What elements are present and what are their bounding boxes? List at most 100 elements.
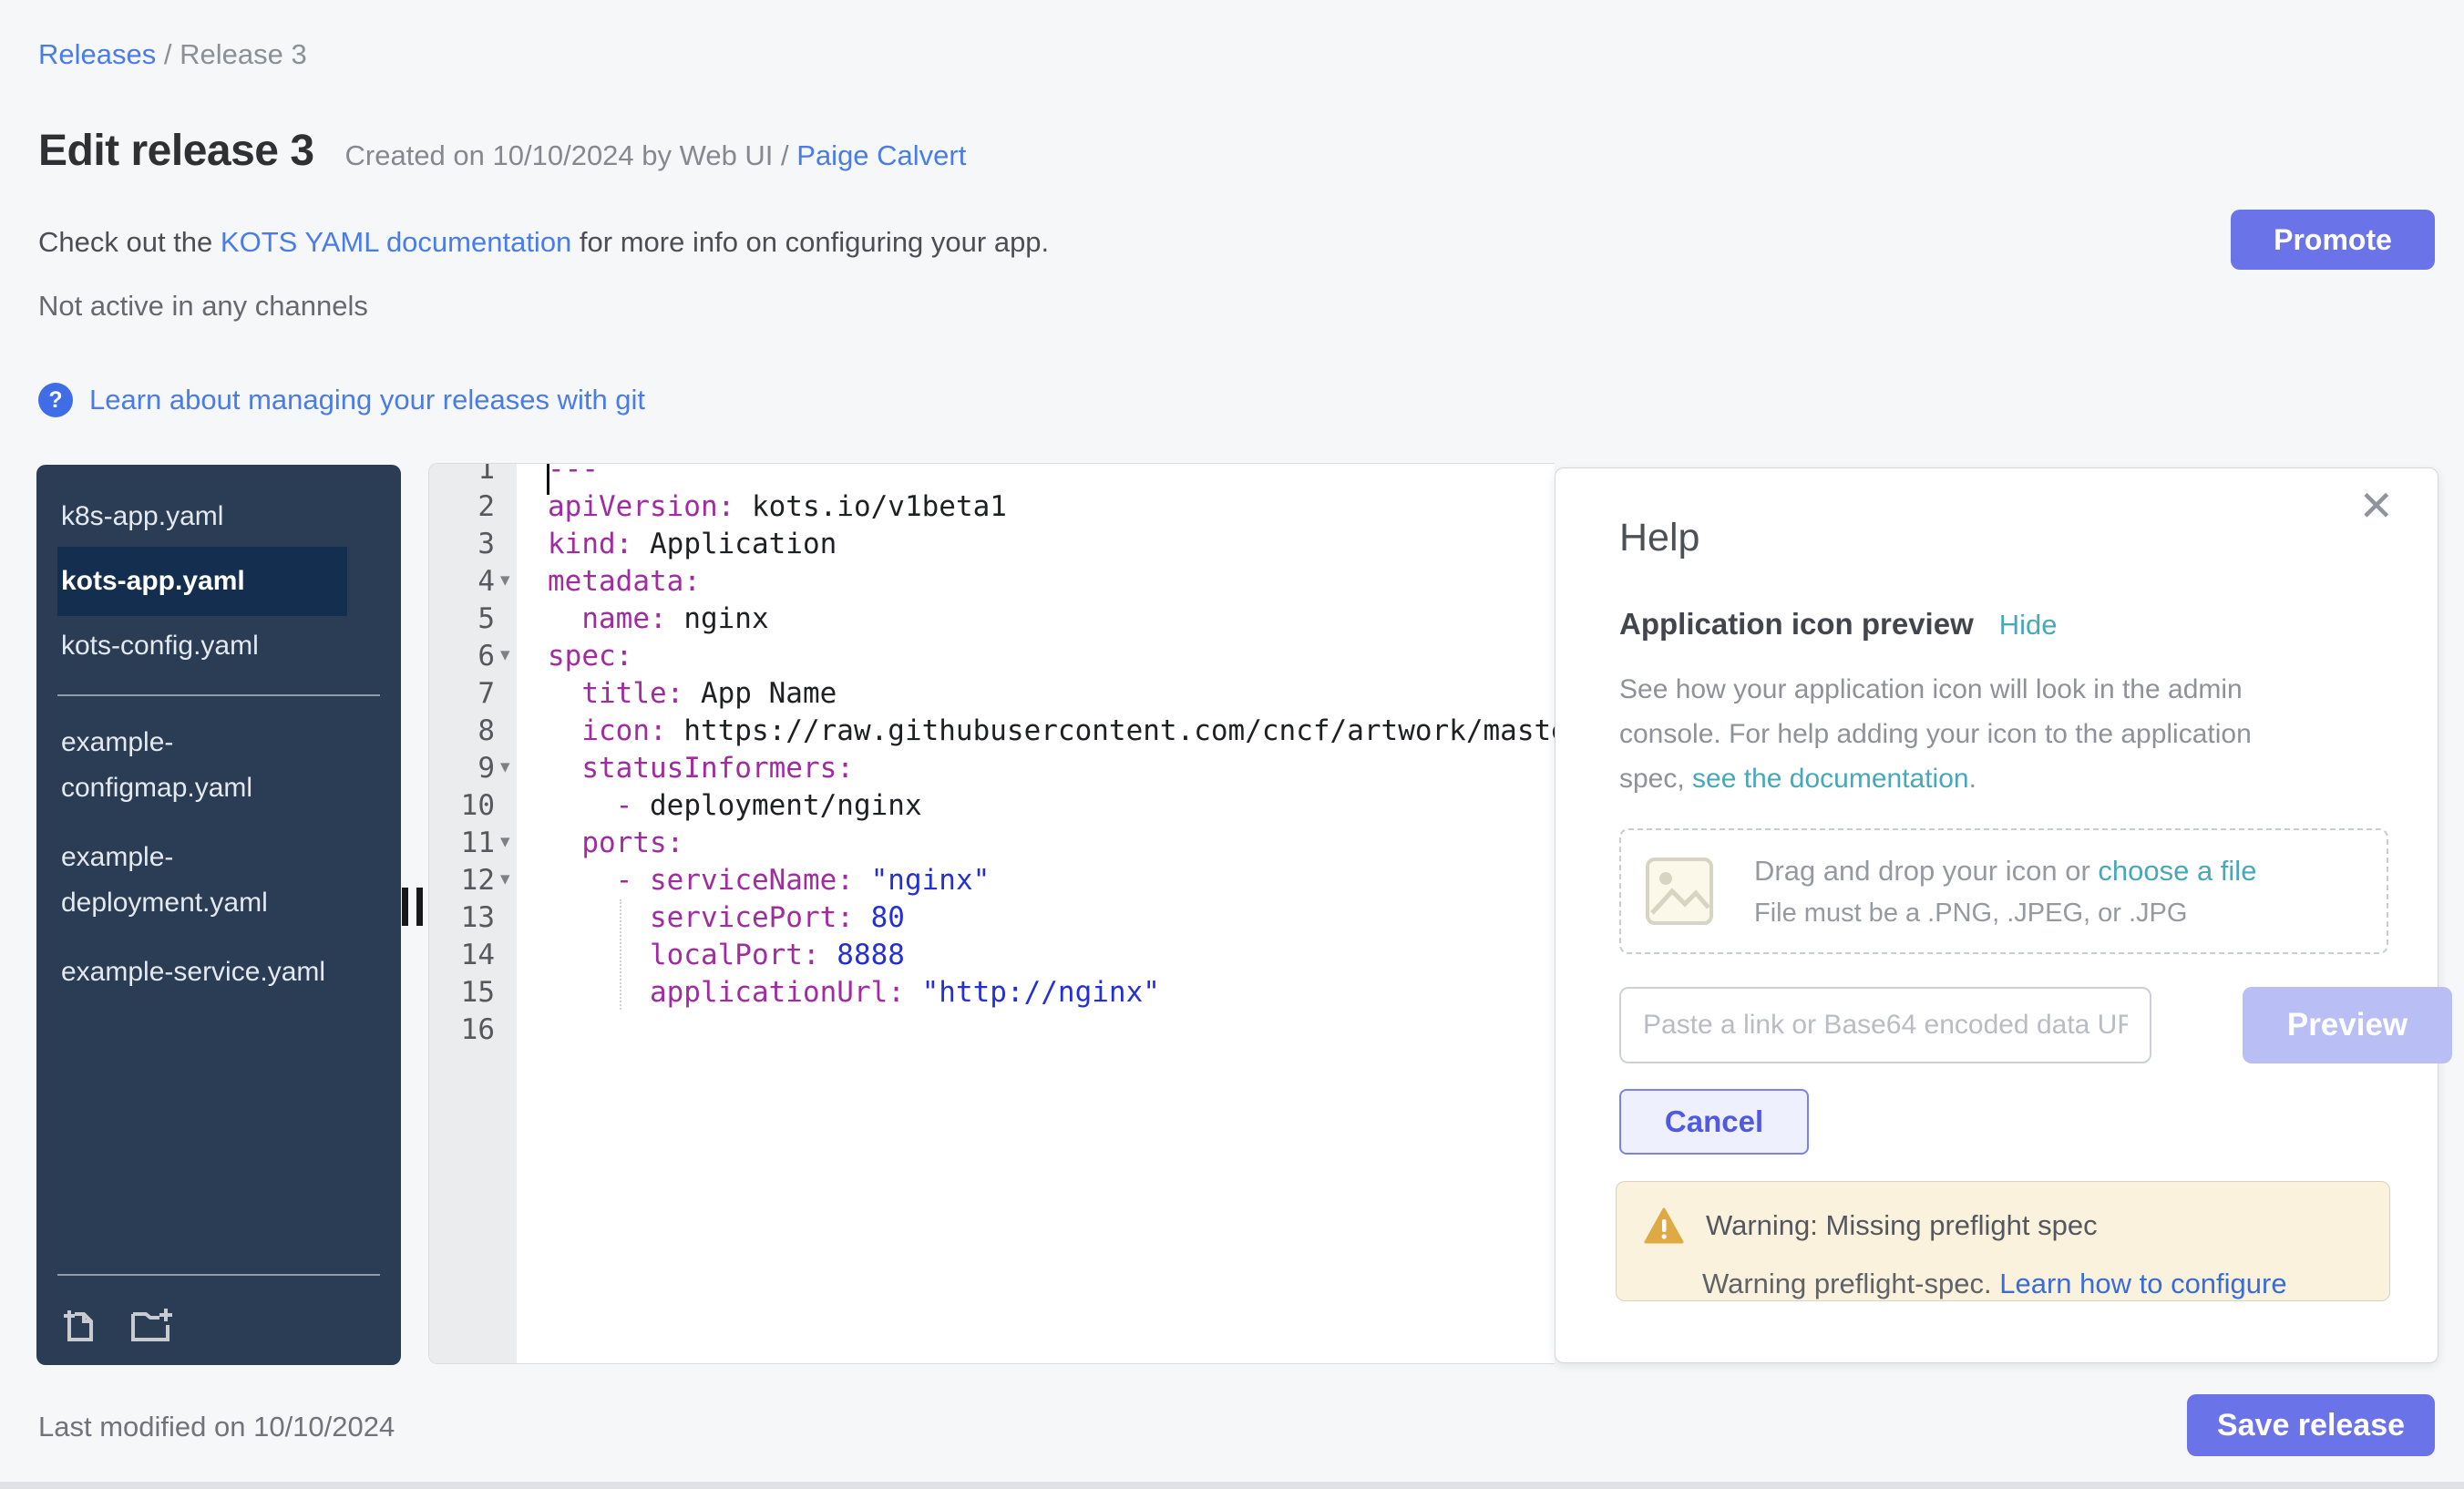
line-number: 16	[429, 1011, 495, 1049]
icon-preview-section: Application icon preview Hide	[1619, 607, 2058, 642]
code-text: name: nginx	[548, 601, 769, 638]
code-line[interactable]: 9▾ statusInformers:	[429, 750, 1555, 787]
yaml-code-editor[interactable]: 1 --- 2 apiVersion: kots.io/v1beta1 3 kind: A…	[428, 463, 1555, 1364]
icon-dropzone[interactable]: Drag and drop your icon or choose a file…	[1619, 828, 2388, 954]
warning-box: Warning: Missing preflight spec Warning …	[1616, 1181, 2390, 1301]
page-title: Edit release 3	[38, 126, 314, 176]
file-group-divider	[57, 694, 380, 696]
code-line[interactable]: 6▾spec:	[429, 638, 1555, 675]
image-placeholder-icon	[1645, 857, 1714, 926]
code-text: applicationUrl: "http://nginx"	[548, 974, 1160, 1011]
code-text: kind: Application	[548, 526, 837, 563]
help-description: See how your application icon will look …	[1619, 667, 2257, 801]
kots-doc-line: Check out the KOTS YAML documentation fo…	[38, 226, 1049, 259]
line-number: 15	[429, 974, 495, 1011]
sidebar-bottom-divider	[57, 1274, 380, 1276]
code-line[interactable]: 12▾ - serviceName: "nginx"	[429, 862, 1555, 899]
hide-link[interactable]: Hide	[1999, 609, 2058, 642]
line-number: 9	[429, 750, 495, 787]
channel-status: Not active in any channels	[38, 290, 368, 323]
preview-button[interactable]: Preview	[2243, 987, 2452, 1063]
code-line[interactable]: 10 - deployment/nginx	[429, 787, 1555, 825]
code-line[interactable]: 5 name: nginx	[429, 601, 1555, 638]
file-item[interactable]: example-configmap.yaml	[57, 720, 347, 811]
icon-url-input[interactable]	[1619, 987, 2151, 1063]
bottom-edge	[0, 1482, 2464, 1489]
file-item[interactable]: example-deployment.yaml	[57, 835, 347, 926]
code-line[interactable]: 8 icon: https://raw.githubusercontent.co…	[429, 713, 1555, 750]
line-number: 8	[429, 713, 495, 750]
line-number: 10	[429, 787, 495, 825]
warning-title: Warning: Missing preflight spec	[1706, 1209, 2098, 1242]
code-line[interactable]: 7 title: App Name	[429, 675, 1555, 713]
choose-file-link[interactable]: choose a file	[2098, 855, 2256, 887]
kots-doc-link[interactable]: KOTS YAML documentation	[221, 226, 571, 258]
cancel-button[interactable]: Cancel	[1619, 1089, 1809, 1155]
help-panel: ✕ Help Application icon preview Hide See…	[1555, 467, 2438, 1363]
close-icon[interactable]: ✕	[2358, 485, 2394, 527]
code-line[interactable]: 4▾ metadata:	[429, 563, 1555, 601]
help-title: Help	[1619, 516, 1699, 560]
created-text: Created on 10/10/2024 by Web UI / Paige …	[345, 139, 967, 172]
code-line[interactable]: 15 applicationUrl: "http://nginx"	[429, 974, 1555, 1011]
resize-handle-left[interactable]	[402, 888, 423, 926]
title-row: Edit release 3 Created on 10/10/2024 by …	[38, 126, 966, 176]
line-number: 4	[429, 563, 495, 601]
promote-button[interactable]: Promote	[2231, 210, 2435, 270]
line-number: 6	[429, 638, 495, 675]
indent-guide	[620, 899, 621, 1010]
save-release-button[interactable]: Save release	[2187, 1394, 2435, 1456]
add-file-icon[interactable]	[60, 1305, 100, 1345]
warning-icon	[1644, 1207, 1684, 1244]
fold-arrow-icon[interactable]: ▾	[500, 561, 524, 599]
line-number: 7	[429, 675, 495, 713]
code-line[interactable]: 13 servicePort: 80	[429, 899, 1555, 937]
breadcrumb-releases-link[interactable]: Releases	[38, 38, 156, 70]
configure-link[interactable]: Learn how to configure	[1999, 1268, 2286, 1299]
add-folder-icon[interactable]	[129, 1305, 175, 1345]
fold-arrow-icon[interactable]: ▾	[500, 823, 524, 860]
sidebar-actions	[60, 1305, 175, 1345]
code-line[interactable]: 1 ---	[429, 463, 1555, 488]
code-text: icon: https://raw.githubusercontent.com/…	[548, 713, 1555, 750]
code-line[interactable]: 2 apiVersion: kots.io/v1beta1	[429, 488, 1555, 526]
code-line[interactable]: 16	[429, 1011, 1555, 1049]
fold-arrow-icon[interactable]: ▾	[500, 860, 524, 898]
line-number: 14	[429, 937, 495, 974]
file-sidebar: k8s-app.yaml kots-app.yaml kots-config.yam…	[36, 465, 401, 1365]
file-item[interactable]: example-service.yaml	[57, 950, 347, 995]
code-line[interactable]: 3 kind: Application	[429, 526, 1555, 563]
fold-arrow-icon[interactable]: ▾	[500, 748, 524, 786]
dropzone-subtext: File must be a .PNG, .JPEG, or .JPG	[1754, 899, 2256, 929]
code-text: metadata:	[548, 563, 701, 601]
last-modified: Last modified on 10/10/2024	[38, 1411, 395, 1443]
code-text: statusInformers:	[548, 750, 854, 787]
code-text: ---	[548, 463, 599, 488]
code-text: localPort: 8888	[548, 937, 905, 974]
git-releases-link[interactable]: Learn about managing your releases with …	[89, 384, 645, 416]
code-line[interactable]: 14 localPort: 8888	[429, 937, 1555, 974]
file-list: k8s-app.yaml kots-app.yaml kots-config.yam…	[36, 465, 401, 995]
edit-release-page: Releases / Release 3 Edit release 3 Crea…	[0, 0, 2464, 1489]
line-number: 2	[429, 488, 495, 526]
code-lines: 1 --- 2 apiVersion: kots.io/v1beta1 3 kind: A…	[429, 463, 1555, 1049]
git-help-row: ? Learn about managing your releases wit…	[38, 383, 645, 417]
code-text: apiVersion: kots.io/v1beta1	[548, 488, 1007, 526]
dropzone-text: Drag and drop your icon or choose a file…	[1754, 855, 2256, 929]
file-item[interactable]: kots-config.yaml	[57, 623, 347, 669]
see-documentation-link[interactable]: see the documentation	[1692, 764, 1969, 794]
code-text: ports:	[548, 825, 683, 862]
code-text: - serviceName: "nginx"	[548, 862, 990, 899]
file-item[interactable]: kots-app.yaml	[57, 547, 347, 616]
code-line[interactable]: 11▾ ports:	[429, 825, 1555, 862]
line-number: 5	[429, 601, 495, 638]
line-number: 12	[429, 862, 495, 899]
code-text: servicePort: 80	[548, 899, 905, 937]
line-number: 1	[429, 463, 495, 488]
file-item[interactable]: k8s-app.yaml	[57, 494, 347, 539]
fold-arrow-icon[interactable]: ▾	[500, 636, 524, 673]
line-number: 3	[429, 526, 495, 563]
author-link[interactable]: Paige Calvert	[796, 139, 966, 171]
breadcrumb-current: Release 3	[180, 38, 307, 70]
line-number: 13	[429, 899, 495, 937]
